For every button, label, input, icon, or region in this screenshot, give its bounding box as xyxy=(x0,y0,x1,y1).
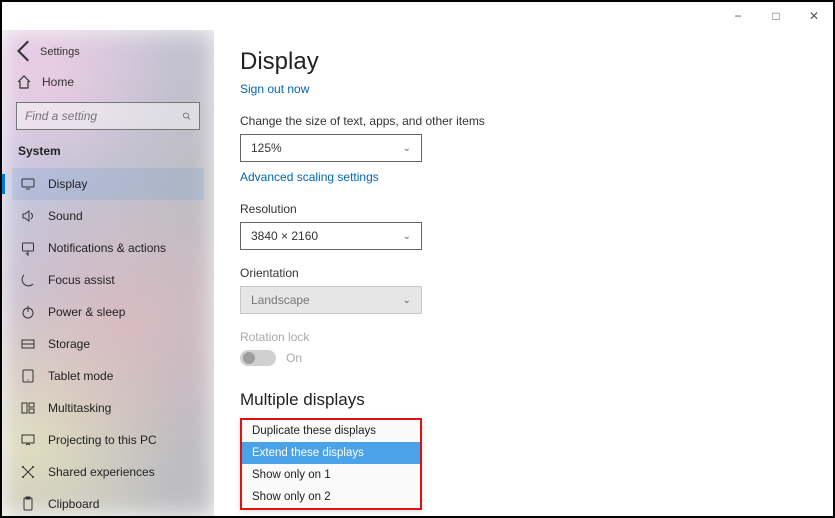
page-title: Display xyxy=(240,48,833,76)
nav-display[interactable]: Display xyxy=(12,168,204,200)
nav-label: Storage xyxy=(48,337,90,351)
multiple-displays-flyout: Duplicate these displays Extend these di… xyxy=(240,418,422,510)
advanced-scaling-link[interactable]: Advanced scaling settings xyxy=(240,170,379,184)
scale-label: Change the size of text, apps, and other… xyxy=(240,114,833,128)
back-arrow-icon xyxy=(12,38,38,64)
flyout-option-only-2[interactable]: Show only on 2 xyxy=(242,486,420,508)
nav-projecting[interactable]: Projecting to this PC xyxy=(12,424,204,456)
search-box[interactable] xyxy=(16,102,200,130)
sound-icon xyxy=(20,208,36,224)
nav-label: Display xyxy=(48,177,87,191)
scale-dropdown[interactable]: 125% ⌄ xyxy=(240,134,422,162)
app-title: Settings xyxy=(40,46,204,58)
nav-shared-experiences[interactable]: Shared experiences xyxy=(12,456,204,488)
scale-value: 125% xyxy=(251,141,282,155)
clipboard-icon xyxy=(20,496,36,512)
sign-out-link[interactable]: Sign out now xyxy=(240,82,309,96)
chevron-down-icon: ⌄ xyxy=(403,143,411,154)
chevron-down-icon: ⌄ xyxy=(403,231,411,242)
nav-label: Projecting to this PC xyxy=(48,433,157,447)
rotation-lock-toggle xyxy=(240,350,276,366)
nav-list: Display Sound Notifications & actions Fo… xyxy=(12,168,204,516)
shared-icon xyxy=(20,464,36,480)
nav-label: Power & sleep xyxy=(48,305,125,319)
nav-clipboard[interactable]: Clipboard xyxy=(12,488,204,516)
multitasking-icon xyxy=(20,400,36,416)
nav-sound[interactable]: Sound xyxy=(12,200,204,232)
focus-assist-icon xyxy=(20,272,36,288)
close-button[interactable]: ✕ xyxy=(795,2,833,30)
flyout-option-duplicate[interactable]: Duplicate these displays xyxy=(242,420,420,442)
projecting-icon xyxy=(20,432,36,448)
power-icon xyxy=(20,304,36,320)
settings-window: − □ ✕ Settings Home xyxy=(0,0,835,518)
nav-storage[interactable]: Storage xyxy=(12,328,204,360)
rotation-lock-label: Rotation lock xyxy=(240,330,833,344)
titlebar: − □ ✕ xyxy=(2,2,833,30)
resolution-dropdown[interactable]: 3840 × 2160 ⌄ xyxy=(240,222,422,250)
nav-label: Shared experiences xyxy=(48,465,155,479)
back-button[interactable] xyxy=(12,38,38,64)
nav-tablet-mode[interactable]: Tablet mode xyxy=(12,360,204,392)
orientation-label: Orientation xyxy=(240,266,833,280)
multiple-displays-heading: Multiple displays xyxy=(240,390,833,410)
orientation-value: Landscape xyxy=(251,293,310,307)
home-label: Home xyxy=(42,75,74,89)
nav-multitasking[interactable]: Multitasking xyxy=(12,392,204,424)
search-icon xyxy=(182,109,191,123)
flyout-option-only-1[interactable]: Show only on 1 xyxy=(242,464,420,486)
chevron-down-icon: ⌄ xyxy=(403,295,411,306)
group-system: System xyxy=(18,144,198,158)
flyout-option-extend[interactable]: Extend these displays xyxy=(242,442,420,464)
sidebar: Settings Home System xyxy=(2,30,214,516)
orientation-dropdown: Landscape ⌄ xyxy=(240,286,422,314)
minimize-button[interactable]: − xyxy=(719,2,757,30)
notifications-icon xyxy=(20,240,36,256)
nav-label: Focus assist xyxy=(48,273,115,287)
nav-label: Clipboard xyxy=(48,497,99,511)
nav-label: Notifications & actions xyxy=(48,241,166,255)
nav-label: Sound xyxy=(48,209,83,223)
rotation-lock-state: On xyxy=(286,351,302,365)
nav-label: Tablet mode xyxy=(48,369,113,383)
nav-focus-assist[interactable]: Focus assist xyxy=(12,264,204,296)
home-icon xyxy=(16,74,32,90)
storage-icon xyxy=(20,336,36,352)
nav-notifications[interactable]: Notifications & actions xyxy=(12,232,204,264)
tablet-icon xyxy=(20,368,36,384)
resolution-label: Resolution xyxy=(240,202,833,216)
display-icon xyxy=(20,176,36,192)
nav-power-sleep[interactable]: Power & sleep xyxy=(12,296,204,328)
home-link[interactable]: Home xyxy=(16,74,200,90)
resolution-value: 3840 × 2160 xyxy=(251,229,318,243)
nav-label: Multitasking xyxy=(48,401,111,415)
maximize-button[interactable]: □ xyxy=(757,2,795,30)
search-input[interactable] xyxy=(25,109,182,123)
main-content: Display Sign out now Change the size of … xyxy=(214,30,833,516)
